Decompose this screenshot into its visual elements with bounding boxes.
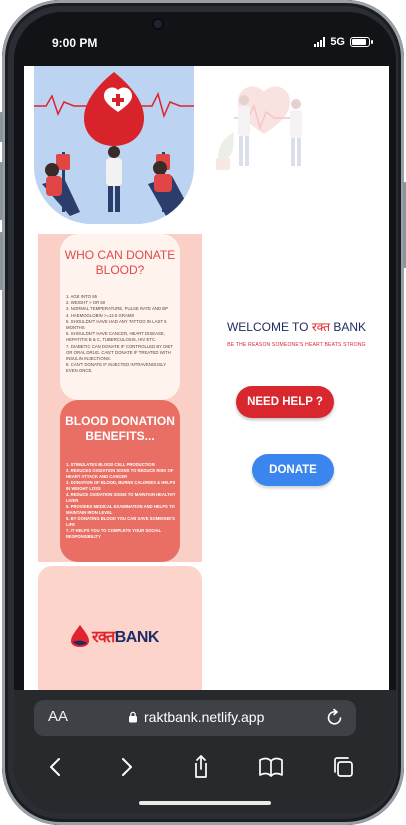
logo-text-hindi: रक्त (92, 629, 115, 646)
forward-button[interactable] (112, 752, 142, 782)
home-indicator[interactable] (139, 801, 271, 805)
status-bar: 9:00 PM 5G (14, 12, 396, 64)
action-button (0, 112, 3, 142)
tagline: BE THE REASON SOMEONE'S HEART BEATS STRO… (227, 342, 366, 348)
back-icon (50, 758, 60, 776)
welcome-brand-hindi: रक्त (311, 320, 331, 334)
benefits-list: 1. STIMULATES BLOOD CELL PRODUCTION 2. R… (66, 462, 176, 539)
screen: 9:00 PM 5G WHO CAN DONATE BLOOD? 1. AGE … (14, 12, 396, 813)
lock-icon (129, 711, 137, 723)
volume-down-button (0, 232, 3, 290)
benefits-section: BLOOD DONATION BENEFITS... 1. STIMULATES… (38, 400, 202, 562)
raktbank-logo: रक्तBANK (70, 624, 159, 648)
need-help-button[interactable]: NEED HELP ? (236, 386, 334, 418)
signal-icon (314, 37, 326, 47)
tabs-icon (334, 757, 353, 777)
address-bar[interactable]: AA raktbank.netlify.app (34, 700, 356, 736)
aa-label: AA (48, 708, 69, 725)
phone-frame: 9:00 PM 5G WHO CAN DONATE BLOOD? 1. AGE … (0, 0, 406, 825)
battery-icon (350, 37, 373, 47)
logo-section: रक्तBANK (38, 566, 202, 690)
share-button[interactable] (186, 752, 216, 782)
who-can-donate-title: WHO CAN DONATE BLOOD? (64, 248, 176, 277)
who-can-donate-section: WHO CAN DONATE BLOOD? 1. AGE INTO 65 2. … (38, 234, 202, 400)
network-label: 5G (330, 36, 345, 48)
tabs-button[interactable] (328, 752, 358, 782)
bookmarks-button[interactable] (256, 752, 286, 782)
browser-toolbar: AA raktbank.netlify.app (14, 690, 396, 813)
benefits-card: BLOOD DONATION BENEFITS... 1. STIMULATES… (60, 400, 180, 562)
who-can-donate-list: 1. AGE INTO 65 2. WEIGHT > OR 60 3. NORM… (66, 294, 173, 374)
web-page[interactable]: WHO CAN DONATE BLOOD? 1. AGE INTO 65 2. … (24, 66, 389, 690)
status-indicators: 5G (314, 36, 373, 48)
benefits-title: BLOOD DONATION BENEFITS... (65, 414, 175, 443)
bookmarks-icon (259, 757, 283, 777)
welcome-brand-bank: BANK (330, 320, 367, 334)
donate-button[interactable]: DONATE (252, 454, 334, 486)
status-time: 9:00 PM (52, 36, 98, 50)
blood-donation-illustration (34, 66, 194, 224)
who-can-donate-card: WHO CAN DONATE BLOOD? 1. AGE INTO 65 2. … (60, 234, 180, 400)
blood-drop-icon (71, 625, 89, 647)
volume-up-button (0, 162, 3, 220)
front-camera (154, 20, 162, 28)
welcome-prefix: WELCOME TO (226, 320, 312, 334)
url-display[interactable]: raktbank.netlify.app (128, 709, 264, 725)
reader-settings-button[interactable]: AA (48, 708, 68, 725)
reload-icon[interactable] (324, 706, 346, 728)
browser-nav (14, 748, 396, 788)
share-icon (195, 755, 207, 778)
forward-icon (122, 758, 132, 776)
back-button[interactable] (40, 752, 70, 782)
welcome-heading: WELCOME TO रक्त BANK (204, 318, 389, 335)
logo-text-bank: BANK (114, 629, 160, 646)
url-text: raktbank.netlify.app (144, 709, 265, 725)
doctors-illustration (204, 78, 324, 178)
